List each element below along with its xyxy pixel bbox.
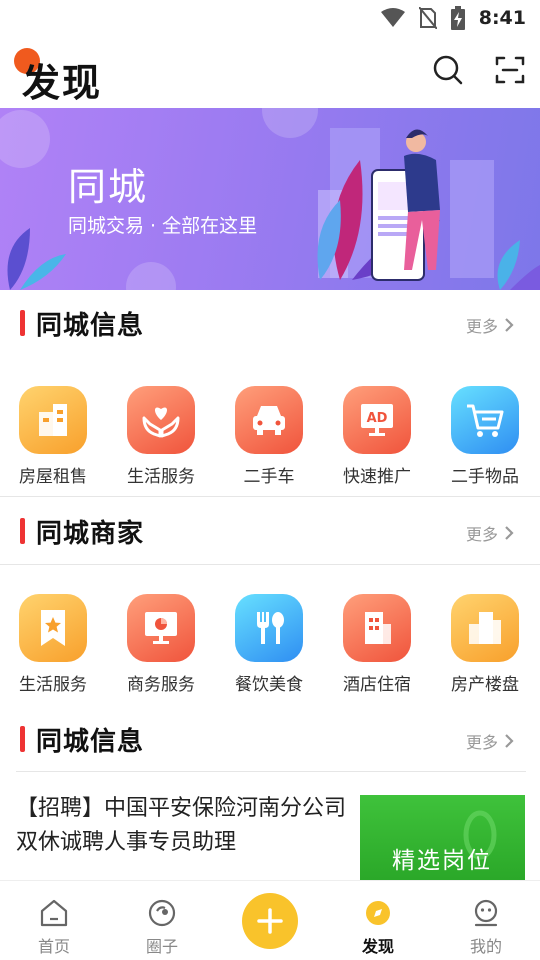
more-label: 更多 bbox=[465, 317, 498, 336]
grid-item-label: 商务服务 bbox=[127, 675, 195, 695]
page-title: 发现 bbox=[22, 61, 103, 105]
cart-icon bbox=[451, 386, 519, 454]
section-divider bbox=[16, 771, 526, 772]
more-label: 更多 bbox=[465, 525, 498, 544]
car-icon bbox=[235, 386, 303, 454]
section-title: 同城商家 bbox=[36, 519, 145, 549]
grid-item-label: 酒店住宿 bbox=[343, 675, 411, 695]
battery-charging-icon bbox=[450, 6, 465, 30]
grid-item-fast-promo[interactable]: AD 快速推广 bbox=[323, 386, 431, 496]
grid-item-label: 房屋租售 bbox=[19, 467, 87, 487]
plus-icon bbox=[257, 908, 283, 934]
banner-subtitle: 同城交易 · 全部在这里 bbox=[68, 215, 258, 237]
section-header-city-info: 同城信息 更多 bbox=[0, 292, 540, 352]
grid-item-label: 快速推广 bbox=[343, 467, 411, 487]
home-icon bbox=[0, 897, 108, 929]
heart-hands-icon bbox=[127, 386, 195, 454]
section-accent-bar bbox=[20, 518, 25, 544]
grid-item-hotel[interactable]: 酒店住宿 bbox=[323, 594, 431, 704]
tab-label: 我的 bbox=[469, 937, 502, 956]
section-accent-bar bbox=[20, 726, 25, 752]
tab-label: 首页 bbox=[37, 937, 70, 956]
chevron-right-icon bbox=[505, 318, 514, 332]
no-sim-icon bbox=[418, 7, 437, 29]
grid-item-label: 二手车 bbox=[243, 467, 295, 487]
grid-item-second-hand[interactable]: 二手物品 bbox=[431, 386, 539, 496]
discover-icon bbox=[324, 897, 432, 929]
more-link[interactable]: 更多 bbox=[466, 729, 514, 753]
banner-bubble-decoration bbox=[126, 262, 176, 290]
tab-discover[interactable]: 发现 bbox=[324, 881, 432, 960]
grid-item-life-service[interactable]: 生活服务 bbox=[107, 386, 215, 496]
section-header-city-info-list: 同城信息 更多 bbox=[0, 708, 540, 768]
banner-title: 同城 bbox=[68, 165, 149, 209]
job-post-thumbnail[interactable]: 精选岗位 bbox=[360, 795, 525, 883]
section-title: 同城信息 bbox=[36, 311, 145, 341]
add-post-button[interactable] bbox=[242, 893, 298, 949]
more-link[interactable]: 更多 bbox=[466, 521, 514, 545]
grid-item-label: 生活服务 bbox=[19, 675, 87, 695]
job-post-image-label: 精选岗位 bbox=[392, 848, 492, 874]
status-time: 8:41 bbox=[478, 7, 526, 29]
city-info-grid: 房屋租售 生活服务 二手车 AD 快速推广 二手物品 bbox=[0, 386, 540, 496]
section-accent-bar bbox=[20, 310, 25, 336]
profile-icon bbox=[432, 897, 540, 929]
grid-item-label: 餐饮美食 bbox=[235, 675, 303, 695]
grid-item-food[interactable]: 餐饮美食 bbox=[215, 594, 323, 704]
city-merchant-grid: 生活服务 商务服务 餐饮美食 酒店住宿 房产楼盘 bbox=[0, 594, 540, 704]
more-link[interactable]: 更多 bbox=[466, 313, 514, 337]
presentation-icon bbox=[127, 594, 195, 662]
job-post-title: 【招聘】中国平安保险河南分公司双休诚聘人事专员助理 bbox=[16, 796, 347, 855]
banner-bubble-decoration bbox=[0, 110, 50, 168]
status-bar: 8:41 bbox=[0, 0, 540, 36]
hotel-icon bbox=[343, 594, 411, 662]
promo-banner[interactable]: 同城 同城交易 · 全部在这里 bbox=[0, 108, 540, 290]
bottom-tab-bar: 首页 圈子 发现 我的 bbox=[0, 880, 540, 960]
tab-home[interactable]: 首页 bbox=[0, 881, 108, 960]
grid-item-merchant-life-service[interactable]: 生活服务 bbox=[0, 594, 107, 704]
buildings-icon bbox=[451, 594, 519, 662]
tab-profile[interactable]: 我的 bbox=[432, 881, 540, 960]
grid-item-house-rent[interactable]: 房屋租售 bbox=[0, 386, 107, 496]
cutlery-icon bbox=[235, 594, 303, 662]
grid-item-label: 二手物品 bbox=[451, 467, 519, 487]
tab-circle[interactable]: 圈子 bbox=[108, 881, 216, 960]
search-icon[interactable] bbox=[432, 54, 464, 86]
svg-text:AD: AD bbox=[367, 411, 388, 426]
wifi-icon bbox=[380, 8, 405, 28]
grid-item-label: 房产楼盘 bbox=[451, 675, 519, 695]
section-header-city-merchant: 同城商家 更多 bbox=[0, 500, 540, 560]
grid-item-real-estate[interactable]: 房产楼盘 bbox=[431, 594, 539, 704]
grid-item-label: 生活服务 bbox=[127, 467, 195, 487]
bookmark-star-icon bbox=[19, 594, 87, 662]
grid-item-used-car[interactable]: 二手车 bbox=[215, 386, 323, 496]
scan-icon[interactable] bbox=[494, 54, 526, 86]
ad-icon: AD bbox=[343, 386, 411, 454]
tab-label: 发现 bbox=[361, 937, 394, 956]
chevron-right-icon bbox=[505, 526, 514, 540]
more-label: 更多 bbox=[465, 733, 498, 752]
chevron-right-icon bbox=[505, 734, 514, 748]
tab-label: 圈子 bbox=[145, 937, 178, 956]
section-title: 同城信息 bbox=[36, 727, 145, 757]
banner-illustration bbox=[317, 128, 540, 290]
page-header: 发现 bbox=[0, 36, 540, 108]
list-item-job-post[interactable]: 【招聘】中国平安保险河南分公司双休诚聘人事专员助理 bbox=[16, 792, 346, 860]
leaf-decoration-icon bbox=[7, 228, 66, 290]
section-divider bbox=[0, 496, 540, 497]
circle-icon bbox=[108, 897, 216, 929]
section-divider bbox=[0, 564, 540, 565]
building-icon bbox=[19, 386, 87, 454]
grid-item-business-service[interactable]: 商务服务 bbox=[107, 594, 215, 704]
